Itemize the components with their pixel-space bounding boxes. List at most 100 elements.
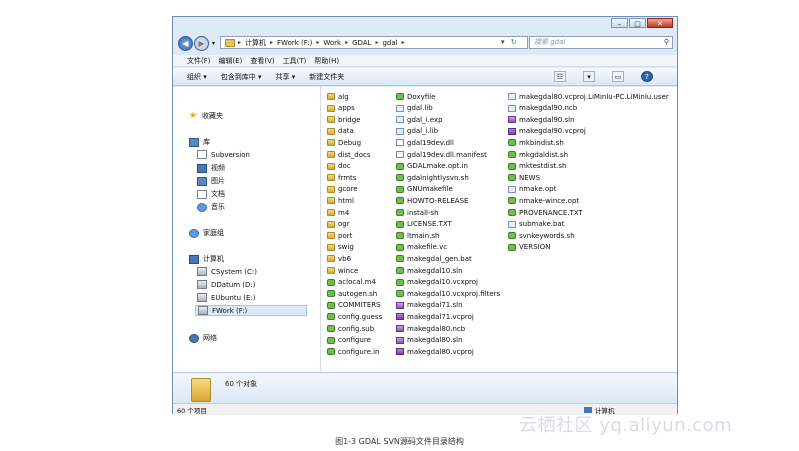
back-button[interactable]: ◀ xyxy=(178,36,193,51)
file-item[interactable]: gdal_i.exp xyxy=(396,114,443,125)
share-button[interactable]: 共享 ▾ xyxy=(276,72,296,82)
maximize-button[interactable]: □ xyxy=(629,18,646,28)
breadcrumb-fwork[interactable]: FWork (F:) xyxy=(277,39,312,47)
chevron-right-icon[interactable]: ▸ xyxy=(316,39,319,46)
file-item[interactable]: NEWS xyxy=(508,172,540,183)
new-folder-button[interactable]: 新建文件夹 xyxy=(309,72,344,82)
chevron-right-icon[interactable]: ▸ xyxy=(270,39,273,46)
file-item[interactable]: gdal19dev.dll xyxy=(396,137,454,148)
breadcrumb-work[interactable]: Work xyxy=(323,39,341,47)
file-item[interactable]: makegdal80.sln xyxy=(396,335,463,346)
refresh-icon[interactable]: ↻ xyxy=(511,38,517,46)
chevron-right-icon[interactable]: ▸ xyxy=(238,39,241,46)
nav-drive-f[interactable]: FWork (F:) xyxy=(195,305,307,316)
nav-libraries[interactable]: 库 xyxy=(189,137,210,147)
file-item[interactable]: makegdal90.ncb xyxy=(508,103,577,114)
menu-file[interactable]: 文件(F) xyxy=(187,56,211,66)
preview-pane-icon[interactable]: ▭ xyxy=(612,71,624,82)
nav-lib-videos[interactable]: 视频 xyxy=(197,163,225,173)
file-item[interactable]: gdal_i.lib xyxy=(396,126,438,137)
file-item[interactable]: HOWTO-RELEASE xyxy=(396,195,468,206)
file-item[interactable]: swig xyxy=(327,242,354,253)
minimize-button[interactable]: – xyxy=(611,18,628,28)
file-item[interactable]: GNUmakefile xyxy=(396,184,453,195)
file-item[interactable]: makegdal90.sln xyxy=(508,114,575,125)
chevron-down-icon[interactable]: ▾ xyxy=(501,38,505,46)
nav-drive-d[interactable]: DDatum (D:) xyxy=(197,280,256,289)
file-item[interactable]: frmts xyxy=(327,172,356,183)
chevron-right-icon[interactable]: ▸ xyxy=(375,39,378,46)
file-item[interactable]: makegdal_gen.bat xyxy=(396,253,472,264)
file-item[interactable]: aclocal.m4 xyxy=(327,277,376,288)
nav-lib-subversion[interactable]: Subversion xyxy=(197,150,250,159)
file-item[interactable]: COMMITERS xyxy=(327,300,381,311)
file-item[interactable]: port xyxy=(327,230,352,241)
menu-view[interactable]: 查看(V) xyxy=(250,56,274,66)
file-item[interactable]: makefile.vc xyxy=(396,242,447,253)
search-input[interactable]: 搜索 gdal ⚲ xyxy=(529,36,673,49)
file-item[interactable]: mkbindist.sh xyxy=(508,137,564,148)
file-item[interactable]: gdal.lib xyxy=(396,103,433,114)
file-item[interactable]: wince xyxy=(327,265,358,276)
organize-button[interactable]: 组织 ▾ xyxy=(187,72,207,82)
close-button[interactable]: ✕ xyxy=(647,18,673,28)
file-item[interactable]: mkgdaldist.sh xyxy=(508,149,568,160)
nav-network[interactable]: 网络 xyxy=(189,333,217,343)
forward-button[interactable]: ▶ xyxy=(194,36,209,51)
file-item[interactable]: html xyxy=(327,195,354,206)
include-in-library-button[interactable]: 包含到库中 ▾ xyxy=(221,72,262,82)
file-item[interactable]: dist_docs xyxy=(327,149,371,160)
chevron-right-icon[interactable]: ▸ xyxy=(345,39,348,46)
menu-edit[interactable]: 编辑(E) xyxy=(219,56,243,66)
file-item[interactable]: makegdal71.vcproj xyxy=(396,311,474,322)
address-bar[interactable]: ▸ 计算机 ▸ FWork (F:) ▸ Work ▸ GDAL ▸ gdal … xyxy=(220,36,528,49)
file-item[interactable]: ltmain.sh xyxy=(396,230,440,241)
nav-drive-c[interactable]: CSystem (C:) xyxy=(197,267,257,276)
nav-homegroup[interactable]: 家庭组 xyxy=(189,228,224,238)
file-item[interactable]: LICENSE.TXT xyxy=(396,219,452,230)
file-item[interactable]: gcore xyxy=(327,184,358,195)
file-item[interactable]: PROVENANCE.TXT xyxy=(508,207,583,218)
nav-lib-pictures[interactable]: 图片 xyxy=(197,176,225,186)
file-item[interactable]: doc xyxy=(327,161,351,172)
nav-drive-e[interactable]: EUbuntu (E:) xyxy=(197,293,256,302)
file-item[interactable]: apps xyxy=(327,103,355,114)
file-item[interactable]: mktestdist.sh xyxy=(508,161,566,172)
file-item[interactable]: makegdal80.vcproj.LiMinlu-PC.LiMinlu.use… xyxy=(508,91,669,102)
file-item[interactable]: m4 xyxy=(327,207,349,218)
file-item[interactable]: makegdal10.vcxproj.filters xyxy=(396,288,500,299)
file-item[interactable]: config.guess xyxy=(327,311,382,322)
file-item[interactable]: data xyxy=(327,126,354,137)
history-dropdown-icon[interactable]: ▾ xyxy=(212,40,215,47)
file-item[interactable]: Debug xyxy=(327,137,361,148)
file-item[interactable]: vb6 xyxy=(327,253,351,264)
file-item[interactable]: nmake-wince.opt xyxy=(508,195,579,206)
file-item[interactable]: gdal19dev.dll.manifest xyxy=(396,149,487,160)
breadcrumb-computer[interactable]: 计算机 xyxy=(245,38,266,48)
menu-help[interactable]: 帮助(H) xyxy=(314,56,339,66)
file-item[interactable]: alg xyxy=(327,91,349,102)
file-item[interactable]: configure xyxy=(327,335,371,346)
chevron-right-icon[interactable]: ▸ xyxy=(402,39,405,46)
file-item[interactable]: ogr xyxy=(327,219,350,230)
file-item[interactable]: Doxyfile xyxy=(396,91,435,102)
search-icon[interactable]: ⚲ xyxy=(664,37,669,48)
breadcrumb-gdal-parent[interactable]: GDAL xyxy=(352,39,371,47)
nav-favorites[interactable]: ★ 收藏夹 xyxy=(189,111,223,121)
nav-lib-music[interactable]: 音乐 xyxy=(197,202,225,212)
view-icon[interactable]: ☷ xyxy=(554,71,566,82)
file-item[interactable]: gdalnightlysvn.sh xyxy=(396,172,469,183)
file-item[interactable]: makegdal10.vcxproj xyxy=(396,277,478,288)
file-item[interactable]: makegdal10.sln xyxy=(396,265,463,276)
file-item[interactable]: config.sub xyxy=(327,323,374,334)
file-item[interactable]: nmake.opt xyxy=(508,184,556,195)
file-item[interactable]: GDALmake.opt.in xyxy=(396,161,468,172)
file-item[interactable]: VERSION xyxy=(508,242,550,253)
view-dropdown-icon[interactable]: ▾ xyxy=(583,71,595,82)
nav-lib-documents[interactable]: 文档 xyxy=(197,189,225,199)
file-item[interactable]: makegdal90.vcproj xyxy=(508,126,586,137)
menu-tools[interactable]: 工具(T) xyxy=(283,56,307,66)
breadcrumb-gdal[interactable]: gdal xyxy=(382,39,397,47)
file-item[interactable]: makegdal80.vcproj xyxy=(396,346,474,357)
file-item[interactable]: bridge xyxy=(327,114,360,125)
